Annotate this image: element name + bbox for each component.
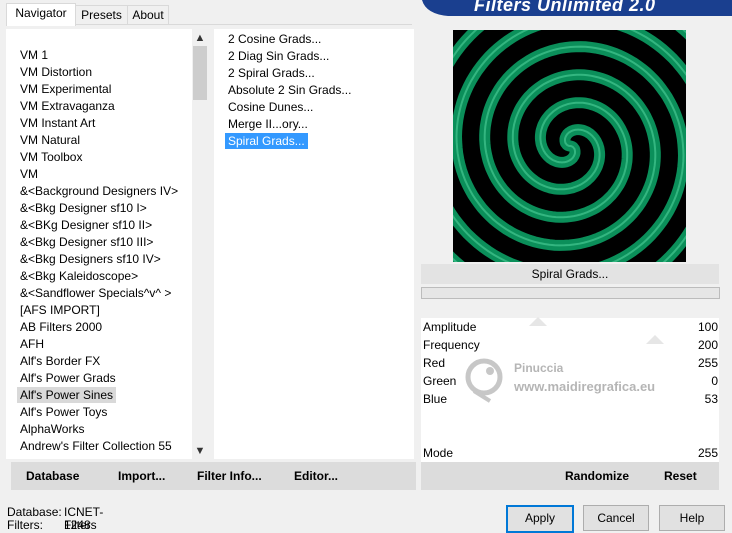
progress-bar — [421, 287, 720, 299]
category-item[interactable]: AB Filters 2000 — [17, 319, 105, 335]
left-button-bar: Database Import... Filter Info... Editor… — [11, 462, 416, 490]
category-list[interactable]: VM 1 VM Distortion VM Experimental VM Extra… — [6, 29, 208, 459]
filters-label: Filters: — [7, 518, 43, 532]
category-item[interactable]: &<Background Designers IV> — [17, 183, 181, 199]
param-frequency[interactable]: Frequency 200 — [421, 335, 719, 354]
param-value: 255 — [697, 446, 718, 460]
category-item[interactable]: Andrew's Filter Collection 55 — [17, 438, 175, 454]
param-empty-2 — [421, 426, 719, 444]
param-label: Mode — [423, 446, 454, 460]
filter-item[interactable]: Absolute 2 Sin Grads... — [225, 82, 354, 98]
filter-preview — [453, 30, 686, 262]
filter-item[interactable]: Spiral Grads... — [224, 132, 309, 150]
title-banner: Filters Unlimited 2.0 — [422, 0, 732, 16]
watermark-name: Pinuccia — [514, 361, 564, 375]
category-item[interactable]: &<Bkg Designer sf10 III> — [17, 234, 156, 250]
help-button[interactable]: Help — [659, 505, 725, 531]
category-scrollbar[interactable]: ▲ ▼ — [192, 29, 208, 459]
tab-navigator[interactable]: Navigator — [6, 3, 76, 26]
watermark: Pinuccia www.maidiregrafica.eu — [462, 355, 702, 413]
param-label: Green — [423, 374, 457, 388]
param-value: 200 — [697, 338, 718, 352]
category-item[interactable]: AFH — [17, 336, 47, 352]
category-item[interactable]: Alf's Border FX — [17, 353, 103, 369]
param-value: 100 — [697, 320, 718, 334]
editor-button[interactable]: Editor... — [294, 469, 338, 483]
category-item[interactable]: Alf's Power Grads — [17, 370, 119, 386]
category-item[interactable]: &<Sandflower Specials^v^ > — [17, 285, 174, 301]
category-item[interactable]: Alf's Power Toys — [17, 404, 110, 420]
apply-button[interactable]: Apply — [506, 505, 574, 533]
param-label: Red — [423, 356, 446, 370]
param-amplitude[interactable]: Amplitude 100 — [421, 317, 719, 336]
filter-item[interactable]: 2 Diag Sin Grads... — [225, 48, 332, 64]
reset-button[interactable]: Reset — [664, 469, 697, 483]
cancel-button[interactable]: Cancel — [583, 505, 649, 531]
banner-title: Filters Unlimited 2.0 — [474, 0, 656, 15]
category-item[interactable]: VM 1 — [17, 47, 51, 63]
filter-item[interactable]: 2 Cosine Grads... — [225, 31, 324, 47]
category-item[interactable]: VM Distortion — [17, 64, 95, 80]
filter-item[interactable]: 2 Spiral Grads... — [225, 65, 318, 81]
category-item[interactable]: &<BKg Designer sf10 II> — [17, 217, 155, 233]
category-item[interactable]: VM Toolbox — [17, 149, 85, 165]
tab-presets[interactable]: Presets — [75, 5, 128, 25]
filters-count: 1248 — [64, 518, 91, 532]
scroll-up-arrow-icon[interactable]: ▲ — [192, 30, 208, 46]
category-item[interactable]: VM — [17, 166, 41, 182]
category-item[interactable]: [AFS IMPORT] — [17, 302, 103, 318]
randomize-button[interactable]: Randomize — [565, 469, 629, 483]
watermark-site: www.maidiregrafica.eu — [514, 379, 656, 394]
filter-list[interactable]: 2 Cosine Grads... 2 Diag Sin Grads... 2 Sp… — [214, 29, 414, 459]
filter-info-button[interactable]: Filter Info... — [197, 469, 262, 483]
import-button[interactable]: Import... — [118, 469, 165, 483]
database-button[interactable]: Database — [26, 469, 79, 483]
slider-marker-icon — [529, 317, 547, 326]
scroll-thumb[interactable] — [193, 46, 207, 100]
param-label: Amplitude — [423, 320, 477, 334]
category-item[interactable]: &<Bkg Designer sf10 I> — [17, 200, 150, 216]
param-value: 53 — [704, 392, 718, 406]
category-item[interactable]: Alf's Power Sines — [17, 387, 116, 403]
category-item[interactable]: &<Bkg Designers sf10 IV> — [17, 251, 164, 267]
category-item[interactable]: AlphaWorks — [17, 421, 87, 437]
category-item[interactable]: &<Bkg Kaleidoscope> — [17, 268, 141, 284]
param-value: 0 — [711, 374, 718, 388]
category-item[interactable]: VM Extravaganza — [17, 98, 118, 114]
slider-marker-icon — [646, 335, 664, 344]
category-item[interactable]: VM Instant Art — [17, 115, 98, 131]
param-mode[interactable]: Mode 255 — [421, 444, 719, 462]
param-label: Blue — [423, 392, 448, 406]
right-button-bar: Randomize Reset — [421, 462, 719, 490]
param-label: Frequency — [423, 338, 480, 352]
tab-about[interactable]: About — [127, 5, 169, 25]
category-item[interactable]: VM Natural — [17, 132, 83, 148]
watermark-logo-icon — [465, 358, 503, 403]
current-filter-title: Spiral Grads... — [421, 264, 719, 284]
filter-item[interactable]: Cosine Dunes... — [225, 99, 316, 115]
category-item[interactable]: VM Experimental — [17, 81, 114, 97]
scroll-down-arrow-icon[interactable]: ▼ — [192, 443, 208, 459]
filter-item[interactable]: Merge II...ory... — [225, 116, 311, 132]
